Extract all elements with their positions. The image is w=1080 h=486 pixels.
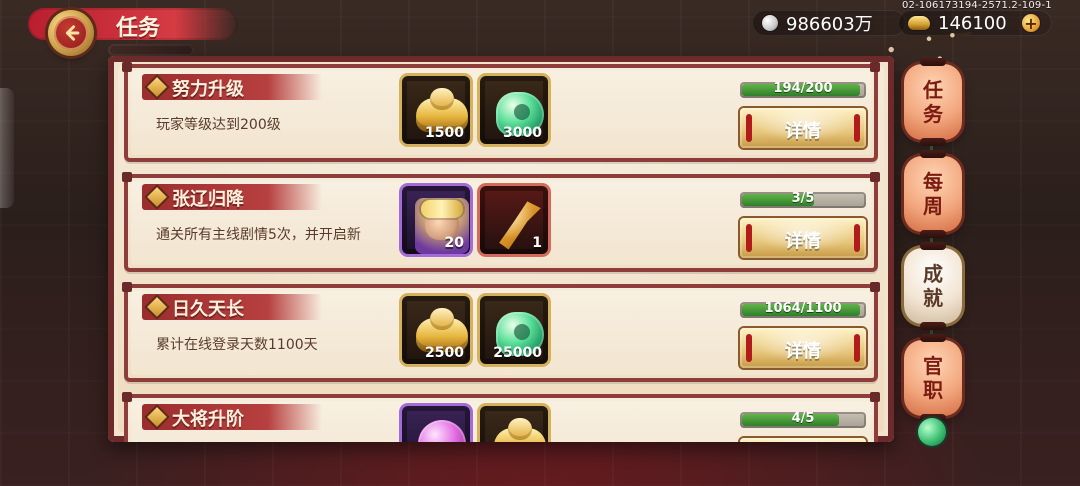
reward-qty: 1 — [532, 235, 542, 251]
task-description: 玩家等级达到200级 — [156, 117, 281, 133]
details-button-label: 详情 — [785, 231, 821, 252]
task-title-text: 日久天长 — [172, 299, 244, 320]
details-button[interactable]: 详情 — [740, 108, 866, 148]
orb-icon — [408, 412, 466, 442]
reward-item[interactable]: 2500 — [402, 296, 470, 364]
reward-item[interactable]: 1 — [480, 186, 548, 254]
side-tabs: 任 务 每 周 成 就 官 职 — [898, 54, 968, 446]
progress-wrap: 3/5 — [740, 192, 866, 208]
task-panel: 努力升级 玩家等级达到200级 1500 3000 194/200 详情 张辽归… — [108, 56, 894, 442]
reward-list — [402, 406, 548, 442]
reward-qty: 1500 — [425, 125, 464, 141]
task-row: 日久天长 累计在线登录天数1100天 2500 25000 1064/1100 — [122, 282, 880, 382]
tab-official-rank[interactable]: 官 职 — [904, 334, 962, 422]
reward-item[interactable]: 25000 — [480, 296, 548, 364]
title-diamond-icon — [147, 297, 167, 317]
progress-bar: 194/200 — [740, 82, 866, 98]
progress-wrap: 194/200 — [740, 82, 866, 98]
progress-text: 4/5 — [791, 412, 815, 426]
tab-label: 成 就 — [923, 262, 943, 310]
task-title: 日久天长 — [142, 294, 322, 320]
back-button[interactable] — [48, 10, 94, 56]
progress-bar: 1064/1100 — [740, 302, 866, 318]
task-description: 累计在线登录天数1100天 — [156, 337, 318, 353]
tab-weekly[interactable]: 每 周 — [904, 150, 962, 238]
reward-qty: 25000 — [493, 345, 542, 361]
task-title: 努力升级 — [142, 74, 322, 100]
reward-list: 2500 25000 — [402, 296, 548, 364]
tab-label: 官 职 — [923, 354, 943, 402]
back-arrow-icon — [65, 25, 80, 41]
progress-bar: 3/5 — [740, 192, 866, 208]
tab-tasks[interactable]: 任 务 — [904, 58, 962, 146]
task-list: 努力升级 玩家等级达到200级 1500 3000 194/200 详情 张辽归… — [122, 62, 880, 442]
reward-qty: 2500 — [425, 345, 464, 361]
reward-item[interactable]: 3000 — [480, 76, 548, 144]
task-row: 大将升阶 4/5 详情 — [122, 392, 880, 442]
progress-text: 194/200 — [773, 82, 833, 96]
reward-qty: 3000 — [503, 125, 542, 141]
title-underline — [108, 44, 194, 56]
title-diamond-icon — [147, 77, 167, 97]
reward-item[interactable] — [402, 406, 470, 442]
silver-amount: 986603万 — [786, 14, 873, 35]
task-title-text: 张辽归降 — [172, 189, 244, 210]
task-description: 通关所有主线剧情5次，并开启新 — [156, 227, 361, 243]
task-title: 大将升阶 — [142, 404, 322, 430]
progress-bar: 4/5 — [740, 412, 866, 428]
gold-ingot-icon — [486, 412, 546, 442]
progress-wrap: 1064/1100 — [740, 302, 866, 318]
task-title-text: 努力升级 — [172, 79, 244, 100]
reward-qty: 20 — [444, 235, 464, 251]
tab-label: 任 务 — [923, 78, 943, 126]
tab-achievements[interactable]: 成 就 — [904, 242, 962, 330]
silver-coin-icon — [762, 15, 778, 31]
task-row: 张辽归降 通关所有主线剧情5次，并开启新 20 1 3/5 详情 — [122, 172, 880, 272]
task-title: 张辽归降 — [142, 184, 322, 210]
details-button-label: 详情 — [785, 121, 821, 142]
title-diamond-icon — [147, 407, 167, 427]
details-button[interactable]: 详情 — [740, 218, 866, 258]
progress-text: 3/5 — [791, 192, 815, 206]
task-row: 努力升级 玩家等级达到200级 1500 3000 194/200 详情 — [122, 62, 880, 162]
details-button[interactable]: 详情 — [740, 328, 866, 368]
tab-label: 每 周 — [923, 170, 943, 218]
left-edge-handle — [0, 88, 14, 208]
progress-wrap: 4/5 — [740, 412, 866, 428]
task-title-text: 大将升阶 — [172, 409, 244, 430]
reward-list: 1500 3000 — [402, 76, 548, 144]
add-gold-button[interactable]: + — [1022, 14, 1040, 33]
details-button-label: 详情 — [785, 341, 821, 362]
back-button-inner — [54, 16, 88, 50]
reward-item[interactable]: 20 — [402, 186, 470, 254]
lucky-knot-icon — [918, 418, 946, 446]
title-diamond-icon — [147, 187, 167, 207]
progress-text: 1064/1100 — [764, 302, 842, 316]
reward-list: 20 1 — [402, 186, 548, 254]
reward-item[interactable]: 1500 — [402, 76, 470, 144]
reward-item[interactable] — [480, 406, 548, 442]
details-button[interactable]: 详情 — [740, 438, 866, 442]
page-title: 任务 — [116, 16, 161, 41]
